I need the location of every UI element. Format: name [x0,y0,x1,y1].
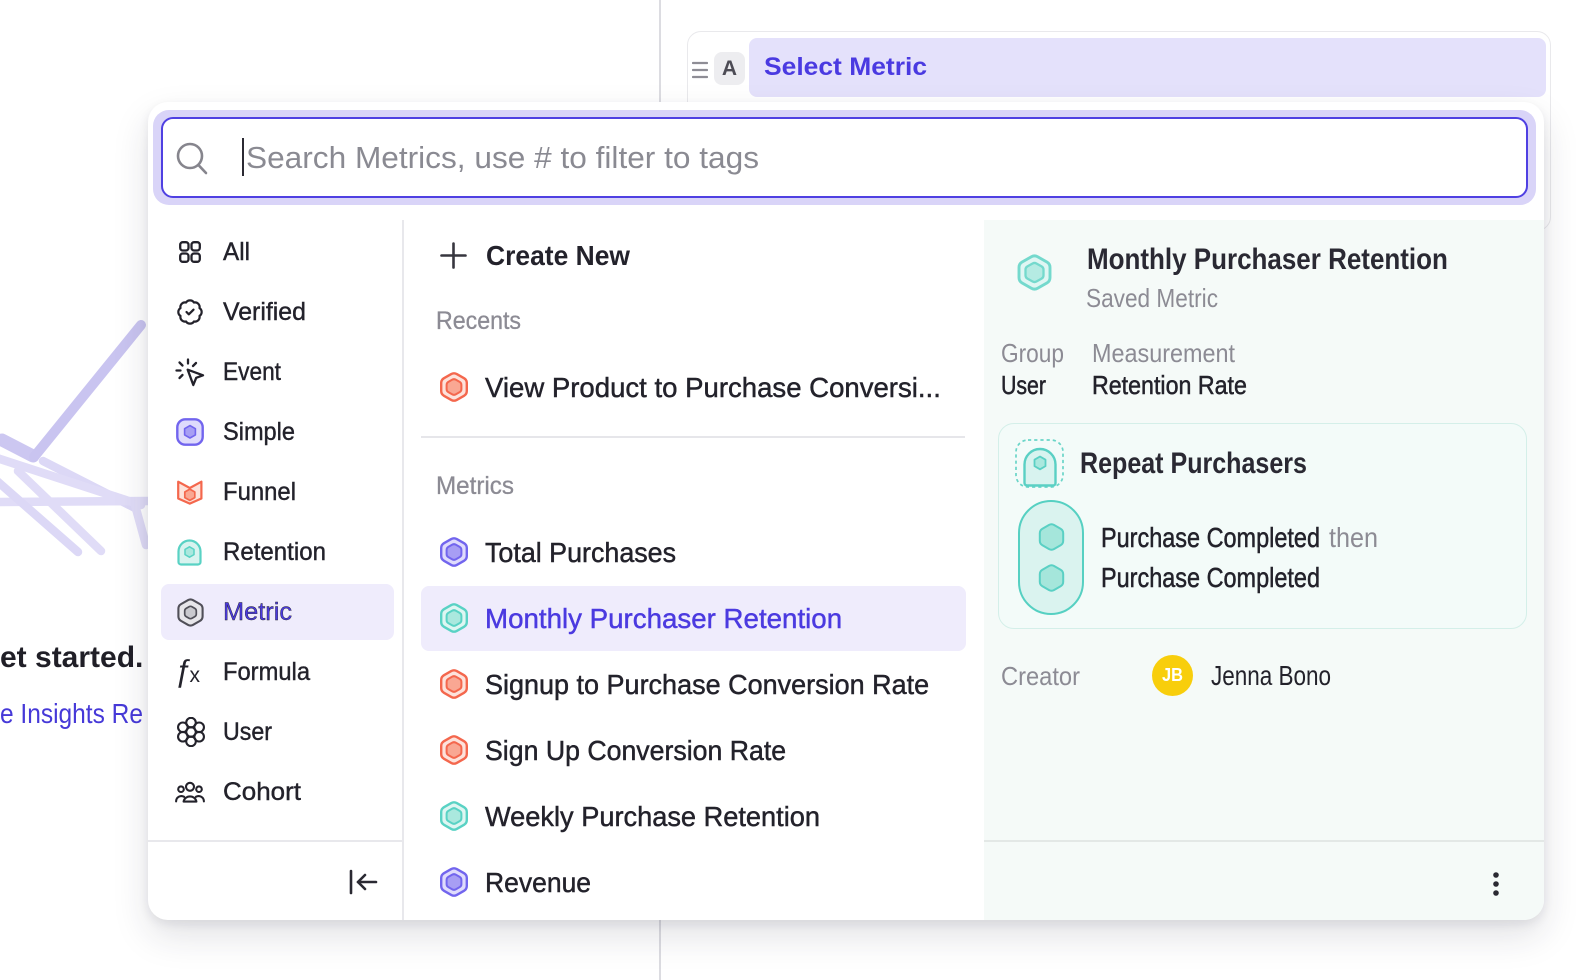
svg-text:x: x [190,664,201,687]
